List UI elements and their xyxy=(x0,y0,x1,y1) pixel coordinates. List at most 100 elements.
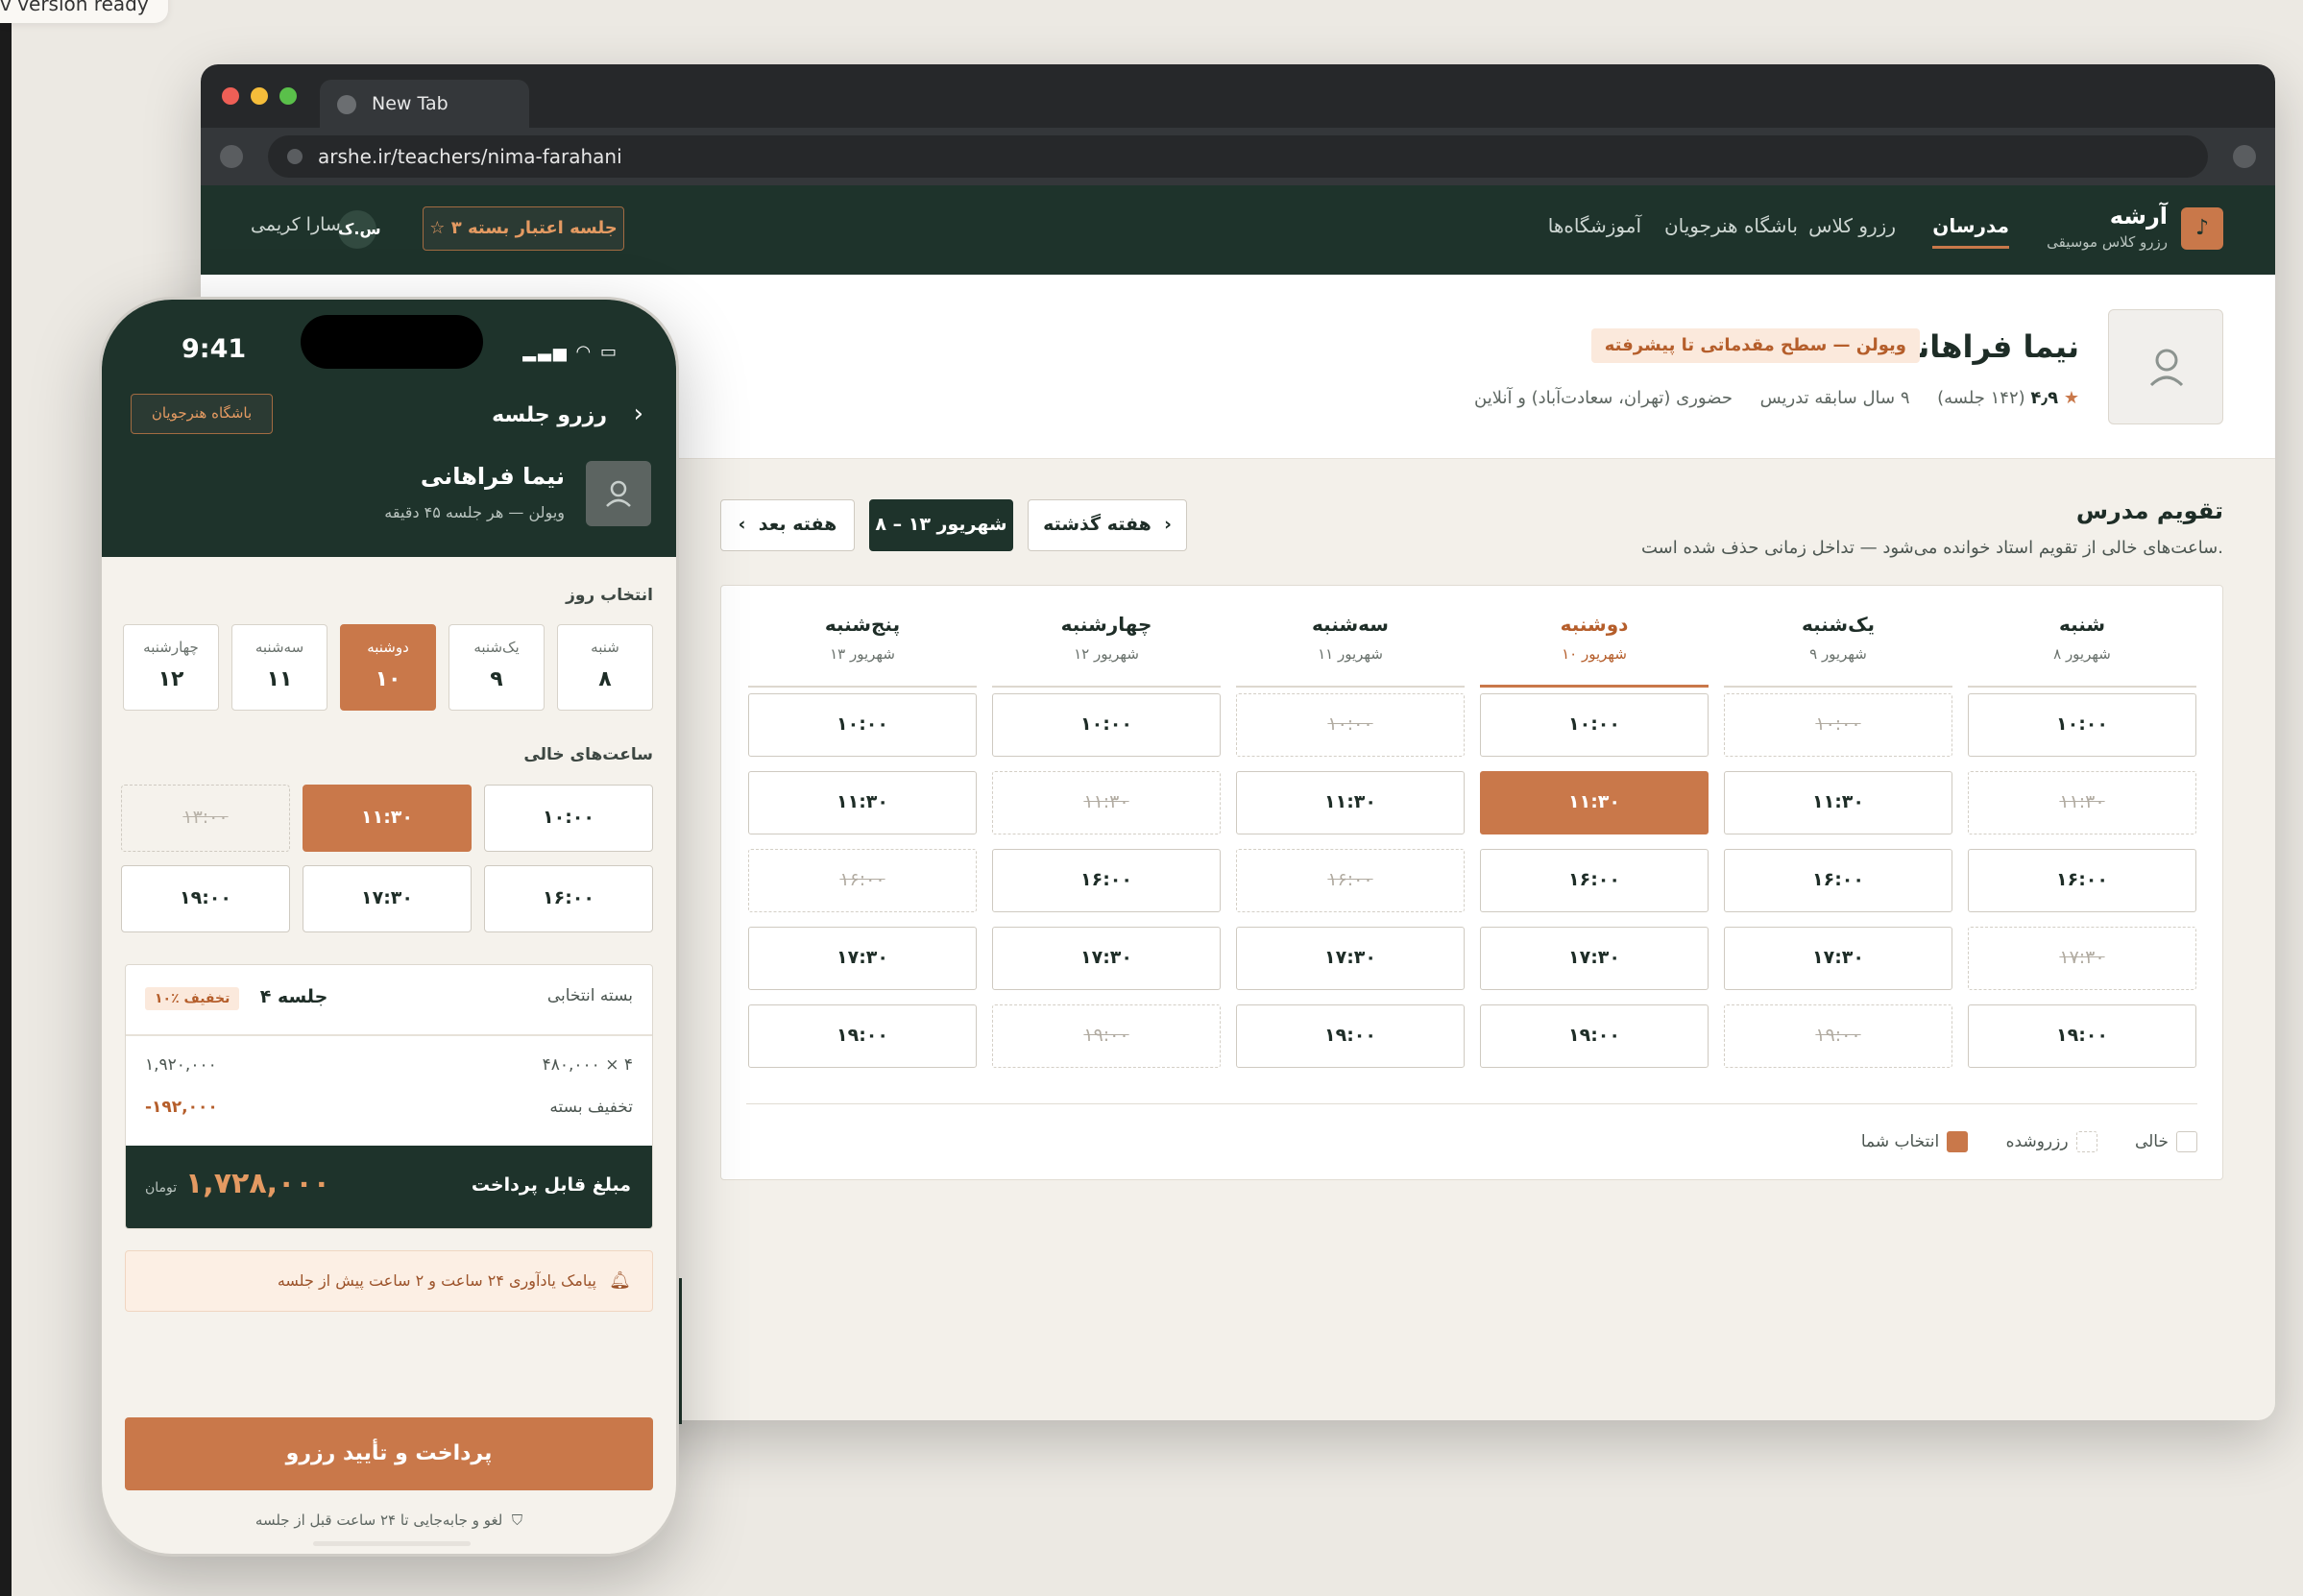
back-nav-icon[interactable] xyxy=(220,145,243,168)
time-slot[interactable]: ۱۰:۰۰ xyxy=(1480,693,1709,757)
time-slot[interactable]: ۱۱:۳۰ xyxy=(748,771,977,834)
day-header[interactable]: پنج‌شنبه ۱۳ شهریور xyxy=(748,586,977,688)
music-note-logo-icon[interactable]: ♪ xyxy=(2181,207,2223,250)
time-slot[interactable]: ۱۰:۰۰ xyxy=(992,693,1221,757)
day-label: انتخاب روز xyxy=(566,586,653,605)
day-column: یک‌شنبه ۹ شهریور ۱۰:۰۰ ۱۱:۳۰ ۱۶:۰۰ ۱۷:۳۰ ۱۹:۰۰ xyxy=(1724,586,1952,1068)
day-chip-number: ۸ xyxy=(598,667,612,691)
time-slot[interactable]: ۱۷:۳۰ xyxy=(748,927,977,990)
phone-teacher-name: نیما فراهانی xyxy=(420,463,565,490)
address-bar[interactable]: arshe.ir/teachers/nima-farahani xyxy=(268,135,2208,178)
time-slot[interactable]: ۱۷:۳۰ xyxy=(1236,927,1465,990)
credit-button[interactable]: ☆ ۳ جلسه اعتبار بسته xyxy=(423,206,624,251)
calendar-subtitle: ساعت‌های خالی از تقویم استاد خوانده می‌ش… xyxy=(1640,538,2223,558)
legend-booked-swatch xyxy=(2075,1131,2097,1152)
time-slot[interactable]: ۱۰:۰۰ xyxy=(748,693,977,757)
brand-name: آرشه xyxy=(2109,203,2168,230)
day-header[interactable]: چهارشنبه ۱۲ شهریور xyxy=(992,586,1221,688)
browser-tab[interactable]: New Tab xyxy=(320,80,529,128)
day-date: ۱۱ شهریور xyxy=(1318,645,1383,663)
price-line-value: ۱,۹۲۰,۰۰۰ xyxy=(145,1055,217,1075)
day-name: دوشنبه xyxy=(1560,613,1629,636)
chevron-left-icon: ‹ xyxy=(738,514,753,535)
price-line-label: ۴ × ۴۸۰,۰۰۰ xyxy=(542,1055,633,1075)
prev-week-button[interactable]: هفته گذشته › xyxy=(1028,499,1187,551)
times-label: ساعت‌های خالی xyxy=(523,745,653,764)
day-chip-name: یک‌شنبه xyxy=(473,639,520,656)
calendar-legend: خالی رزروشده انتخاب شما xyxy=(1829,1131,2197,1152)
time-slot[interactable]: ۱۹:۰۰ xyxy=(748,1004,977,1068)
day-column: پنج‌شنبه ۱۳ شهریور ۱۰:۰۰ ۱۱:۳۰ ۱۶:۰۰ ۱۷:۳۰ ۱۹:… xyxy=(748,586,977,1068)
nav-institutes[interactable]: آموزشگاه‌ها xyxy=(1548,214,1641,237)
user-name[interactable]: سارا کریمی xyxy=(251,214,341,235)
day-chip[interactable]: یک‌شنبه ۹ xyxy=(448,624,545,711)
reminder-text: پیامک یادآوری ۲۴ ساعت و ۲ ساعت پیش از جل… xyxy=(277,1271,596,1290)
day-header[interactable]: دوشنبه ۱۰ شهریور xyxy=(1480,586,1709,688)
discount-badge: ۱۰٪ تخفیف xyxy=(145,987,240,1010)
total-amount: ۱,۷۲۸,۰۰۰ xyxy=(185,1167,330,1200)
day-chip[interactable]: شنبه ۸ xyxy=(557,624,653,711)
avatar[interactable]: س.ک xyxy=(338,210,381,249)
phone-teacher-sub: ویولن — هر جلسه ۴۵ دقیقه xyxy=(384,503,565,521)
status-time: 9:41 xyxy=(182,334,247,364)
time-slot[interactable]: ۱۰:۰۰ xyxy=(1968,693,2196,757)
time-slot[interactable]: ۱۶:۰۰ xyxy=(992,849,1221,912)
time-slot: ۱۰:۰۰ xyxy=(1724,693,1952,757)
time-slot[interactable]: ۱۹:۰۰ xyxy=(1236,1004,1465,1068)
calendar-title: تقویم مدرس xyxy=(2075,497,2223,524)
instrument-badge: ویولن — سطح مقدماتی تا پیشرفته xyxy=(1590,328,1920,363)
next-week-label: هفته بعد xyxy=(758,514,837,535)
time-chip[interactable]: ۱۰:۰۰ xyxy=(484,785,653,852)
nav-student-club[interactable]: باشگاه هنرجویان xyxy=(1664,214,1798,237)
maximize-window-icon[interactable] xyxy=(279,87,297,105)
battery-icon: ▭ xyxy=(599,342,618,362)
day-chip[interactable]: چهارشنبه ۱۲ xyxy=(123,624,219,711)
time-slot[interactable]: ۱۶:۰۰ xyxy=(1480,849,1709,912)
current-week-button[interactable]: ۸ – ۱۳ شهریور xyxy=(869,499,1013,551)
close-window-icon[interactable] xyxy=(222,87,239,105)
update-toast[interactable]: v version ready xyxy=(0,0,168,23)
time-chip[interactable]: ۱۷:۳۰ xyxy=(303,865,472,932)
nav-teachers[interactable]: مدرسان xyxy=(1932,214,2009,249)
day-name: شنبه xyxy=(2058,613,2106,636)
day-chip[interactable]: دوشنبه ۱۰ xyxy=(340,624,436,711)
time-slot[interactable]: ۱۱:۳۰ xyxy=(1480,771,1709,834)
day-column: چهارشنبه ۱۲ شهریور ۱۰:۰۰ ۱۱:۳۰ ۱۶:۰۰ ۱۷:۳۰ ۱۹:… xyxy=(992,586,1221,1068)
profile-circle-icon[interactable] xyxy=(2233,145,2256,168)
time-slot[interactable]: ۱۷:۳۰ xyxy=(992,927,1221,990)
site-info-icon[interactable] xyxy=(287,149,303,164)
time-slot[interactable]: ۱۹:۰۰ xyxy=(1480,1004,1709,1068)
brand[interactable]: آرشه رزرو کلاس موسیقی xyxy=(2047,203,2168,251)
discount-line-value: -۱۹۲,۰۰۰ xyxy=(145,1098,218,1117)
time-slot[interactable]: ۱۹:۰۰ xyxy=(1968,1004,2196,1068)
nav-book-class[interactable]: رزرو کلاس xyxy=(1808,214,1896,237)
time-slot: ۱۱:۳۰ xyxy=(1968,771,2196,834)
time-slot[interactable]: ۱۶:۰۰ xyxy=(1724,849,1952,912)
day-header[interactable]: سه‌شنبه ۱۱ شهریور xyxy=(1236,586,1465,688)
day-header[interactable]: شنبه ۸ شهریور xyxy=(1968,586,2196,688)
time-slot: ۱۹:۰۰ xyxy=(992,1004,1221,1068)
shield-icon: ⛉ xyxy=(507,1511,523,1529)
package-row[interactable]: بسته انتخابی ۱۰٪ تخفیف ۴ جلسه xyxy=(145,986,633,1010)
time-slot[interactable]: ۱۷:۳۰ xyxy=(1480,927,1709,990)
time-slot[interactable]: ۱۷:۳۰ xyxy=(1724,927,1952,990)
chevron-right-back-icon[interactable]: › xyxy=(634,399,643,428)
time-slot[interactable]: ۱۱:۳۰ xyxy=(1724,771,1952,834)
discount-line-label: تخفیف بسته xyxy=(549,1098,633,1117)
day-header[interactable]: یک‌شنبه ۹ شهریور xyxy=(1724,586,1952,688)
time-slot: ۱۰:۰۰ xyxy=(1236,693,1465,757)
day-chip[interactable]: سه‌شنبه ۱۱ xyxy=(231,624,327,711)
time-chip[interactable]: ۱۹:۰۰ xyxy=(121,865,290,932)
time-slot[interactable]: ۱۱:۳۰ xyxy=(1236,771,1465,834)
reminder-banner: 🔔︎ پیامک یادآوری ۲۴ ساعت و ۲ ساعت پیش از… xyxy=(125,1250,653,1312)
price-line: ۴ × ۴۸۰,۰۰۰ ۱,۹۲۰,۰۰۰ xyxy=(145,1055,633,1075)
phone-title: رزرو جلسه xyxy=(492,403,607,427)
next-week-button[interactable]: ‹ هفته بعد xyxy=(720,499,855,551)
time-chip[interactable]: ۱۱:۳۰ xyxy=(303,785,472,852)
minimize-window-icon[interactable] xyxy=(251,87,268,105)
time-slot: ۱۶:۰۰ xyxy=(748,849,977,912)
club-button[interactable]: باشگاه هنرجویان xyxy=(131,394,273,434)
time-slot[interactable]: ۱۶:۰۰ xyxy=(1968,849,2196,912)
time-chip[interactable]: ۱۶:۰۰ xyxy=(484,865,653,932)
pay-confirm-button[interactable]: پرداخت و تأیید رزرو xyxy=(125,1417,653,1490)
